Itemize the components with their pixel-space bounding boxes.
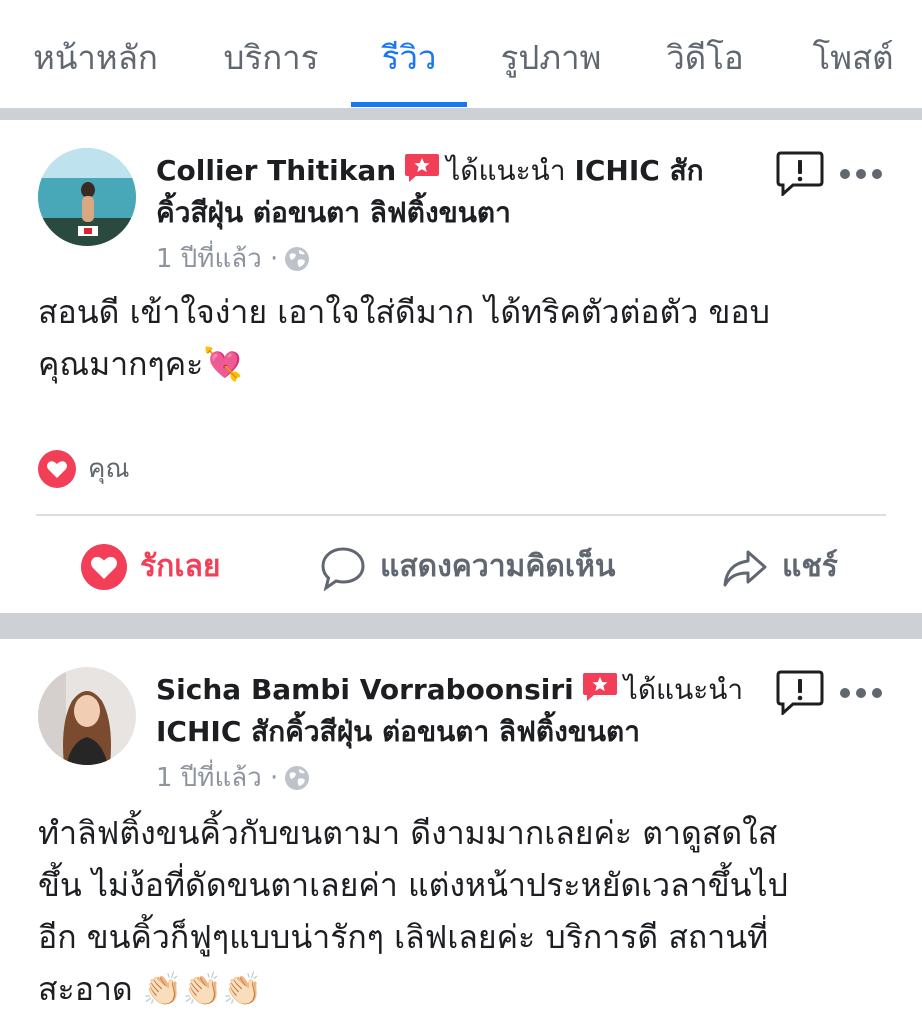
report-icon[interactable] — [776, 669, 824, 717]
active-tab-indicator — [351, 102, 467, 107]
review-post: Collier Thitikan ได้แนะนำ ICHIC สัก คิ้วส… — [0, 120, 922, 613]
comment-icon — [321, 547, 365, 592]
review-text: สอนดี เข้าใจง่าย เอาใจใส่ดีมาก ได้ทริคตั… — [38, 286, 898, 390]
love-label: รักเลย — [140, 549, 221, 584]
reaction-label: คุณ — [88, 454, 130, 484]
review-text-line: ขึ้น ไม่ง้อที่ดัดขนตาเลยค่า แต่งหน้าประห… — [38, 866, 788, 904]
heart-icon — [38, 450, 76, 488]
reaction-summary[interactable]: คุณ — [38, 450, 158, 490]
globe-icon — [284, 246, 310, 272]
author-name[interactable]: Sicha Bambi Vorraboonsiri — [156, 673, 574, 706]
recommend-text: ได้แนะนำ — [446, 154, 566, 187]
comment-label: แสดงความคิดเห็น — [380, 549, 616, 584]
review-text: ทำลิฟติ้งขนคิ้วกับขนตามา ดีงามมากเลยค่ะ … — [38, 807, 898, 1015]
tab-photos[interactable]: รูปภาพ — [492, 30, 610, 86]
review-text-line: ทำลิฟติ้งขนคิ้วกับขนตามา ดีงามมากเลยค่ะ … — [38, 814, 778, 852]
more-icon[interactable] — [838, 685, 884, 699]
page-name-continued[interactable]: คิ้วสีฝุ่น ต่อขนตา ลิฟติ้งขนตา — [156, 196, 511, 229]
comment-button[interactable]: แสดงความคิดเห็น — [320, 540, 640, 594]
post-header-line2: ICHIC สักคิ้วสีฝุ่น ต่อขนตา ลิฟติ้งขนตา — [156, 711, 640, 753]
timestamp[interactable]: 1 ปีที่แล้ว · — [156, 763, 278, 793]
avatar[interactable] — [38, 667, 136, 765]
post-header-line1: Sicha Bambi Vorraboonsiri ได้แนะนำ — [156, 669, 743, 711]
review-post: Sicha Bambi Vorraboonsiri ได้แนะนำ ICHIC … — [0, 639, 922, 1024]
share-label: แชร์ — [782, 549, 838, 584]
post-meta: 1 ปีที่แล้ว · — [156, 241, 310, 277]
recommend-star-icon — [404, 152, 440, 184]
review-text-line: สอนดี เข้าใจง่าย เอาใจใส่ดีมาก ได้ทริคตั… — [38, 293, 770, 331]
review-text-line: อีก ขนคิ้วก็ฟูๆแบบน่ารักๆ เลิฟเลยค่ะ บริ… — [38, 918, 769, 956]
timestamp[interactable]: 1 ปีที่แล้ว · — [156, 244, 278, 274]
review-text-line: คุณมากๆคะ💘 — [38, 345, 244, 383]
section-separator — [0, 108, 922, 120]
tab-videos[interactable]: วิดีโอ — [660, 30, 750, 86]
recommend-text: ได้แนะนำ — [623, 673, 744, 706]
post-header-line2: คิ้วสีฝุ่น ต่อขนตา ลิฟติ้งขนตา — [156, 192, 511, 234]
author-name[interactable]: Collier Thitikan — [156, 154, 396, 187]
section-separator — [0, 613, 922, 639]
page-name[interactable]: ICHIC สัก — [574, 154, 703, 187]
tab-services[interactable]: บริการ — [218, 30, 324, 86]
tab-posts[interactable]: โพสต์ — [805, 30, 901, 86]
report-icon[interactable] — [776, 150, 824, 198]
post-meta: 1 ปีที่แล้ว · — [156, 760, 310, 796]
divider — [36, 514, 886, 516]
share-button[interactable]: แชร์ — [722, 540, 852, 594]
love-button[interactable]: รักเลย — [80, 540, 240, 594]
share-icon — [723, 550, 767, 587]
tab-home[interactable]: หน้าหลัก — [28, 30, 163, 86]
page-tabs: หน้าหลัก บริการ รีวิว รูปภาพ วิดีโอ โพสต… — [0, 0, 922, 108]
more-icon[interactable] — [838, 166, 884, 180]
post-header-line1: Collier Thitikan ได้แนะนำ ICHIC สัก — [156, 150, 704, 192]
page-name[interactable]: ICHIC สักคิ้วสีฝุ่น ต่อขนตา ลิฟติ้งขนตา — [156, 715, 640, 748]
recommend-star-icon — [582, 671, 618, 703]
globe-icon — [284, 765, 310, 791]
review-text-line: สะอาด 👏🏻👏🏻👏🏻 — [38, 970, 263, 1008]
heart-icon — [81, 544, 127, 590]
avatar[interactable] — [38, 148, 136, 246]
tab-reviews[interactable]: รีวิว — [372, 30, 446, 86]
